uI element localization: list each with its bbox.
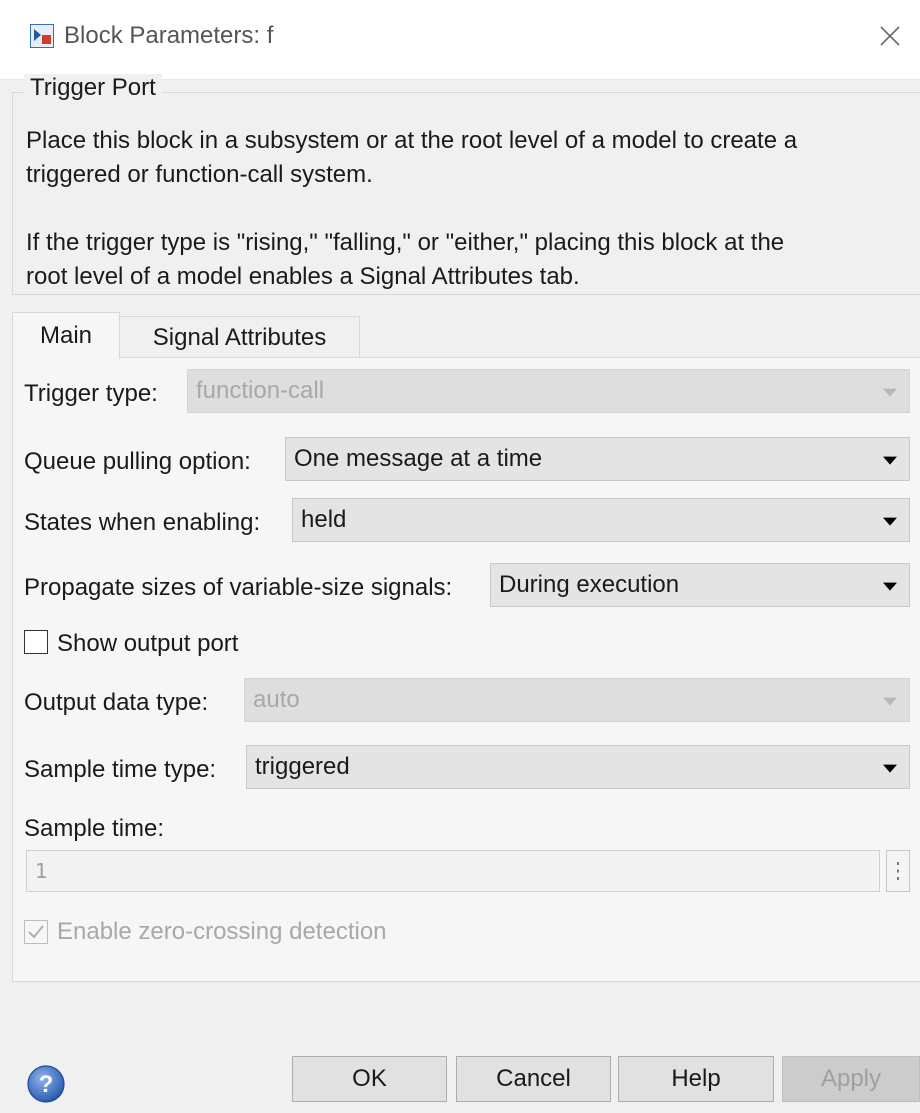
chevron-down-icon bbox=[883, 582, 897, 591]
propagate-sizes-label: Propagate sizes of variable-size signals… bbox=[24, 574, 453, 601]
trigger-type-select: function-call bbox=[187, 369, 910, 413]
help-button[interactable]: Help bbox=[618, 1056, 774, 1102]
states-enabling-value: held bbox=[301, 506, 347, 533]
tab-main[interactable]: Main bbox=[12, 312, 120, 359]
description-line: root level of a model enables a Signal A… bbox=[26, 263, 580, 290]
group-title: Trigger Port bbox=[24, 74, 162, 102]
show-output-port-checkbox[interactable] bbox=[24, 630, 48, 654]
trigger-type-value: function-call bbox=[196, 377, 325, 404]
apply-button: Apply bbox=[782, 1056, 920, 1102]
output-data-type-value: auto bbox=[253, 686, 300, 713]
tab-signal-attributes[interactable]: Signal Attributes bbox=[119, 316, 360, 358]
output-data-type-select: auto bbox=[244, 678, 910, 722]
sample-time-value: 1 bbox=[35, 859, 48, 883]
chevron-down-icon bbox=[883, 517, 897, 526]
queue-pulling-label: Queue pulling option: bbox=[24, 448, 251, 475]
description-paragraph-1: Place this block in a subsystem or at th… bbox=[26, 124, 906, 192]
description-line: Place this block in a subsystem or at th… bbox=[26, 127, 798, 154]
show-output-port-label: Show output port bbox=[57, 630, 239, 657]
close-icon[interactable] bbox=[872, 18, 908, 54]
zero-crossing-label: Enable zero-crossing detection bbox=[57, 918, 387, 945]
chevron-down-icon bbox=[883, 388, 897, 397]
vertical-ellipsis-icon[interactable] bbox=[886, 850, 910, 892]
simulink-block-icon bbox=[30, 24, 54, 48]
propagate-sizes-value: During execution bbox=[499, 571, 680, 598]
checkmark-icon bbox=[28, 925, 44, 939]
sample-time-type-value: triggered bbox=[255, 753, 350, 780]
zero-crossing-checkbox bbox=[24, 920, 48, 944]
ok-button[interactable]: OK bbox=[292, 1056, 447, 1102]
description-line: If the trigger type is "rising," "fallin… bbox=[26, 229, 785, 256]
description-paragraph-2: If the trigger type is "rising," "fallin… bbox=[26, 226, 906, 294]
queue-pulling-value: One message at a time bbox=[294, 445, 543, 472]
sample-time-field: 1 bbox=[26, 850, 880, 892]
propagate-sizes-select[interactable]: During execution bbox=[490, 563, 910, 607]
sample-time-type-select[interactable]: triggered bbox=[246, 745, 910, 789]
trigger-type-label: Trigger type: bbox=[24, 380, 158, 407]
help-icon[interactable]: ? bbox=[26, 1064, 66, 1104]
sample-time-type-label: Sample time type: bbox=[24, 756, 217, 783]
chevron-down-icon bbox=[883, 697, 897, 706]
svg-text:?: ? bbox=[39, 1071, 54, 1098]
window-title: Block Parameters: f bbox=[64, 22, 274, 49]
states-enabling-select[interactable]: held bbox=[292, 498, 910, 542]
cancel-button[interactable]: Cancel bbox=[456, 1056, 611, 1102]
states-enabling-label: States when enabling: bbox=[24, 509, 261, 536]
description-line: triggered or function-call system. bbox=[26, 161, 373, 188]
title-bar: Block Parameters: f bbox=[0, 0, 920, 80]
chevron-down-icon bbox=[883, 764, 897, 773]
output-data-type-label: Output data type: bbox=[24, 689, 209, 716]
chevron-down-icon bbox=[883, 456, 897, 465]
sample-time-label: Sample time: bbox=[24, 815, 165, 842]
queue-pulling-select[interactable]: One message at a time bbox=[285, 437, 910, 481]
